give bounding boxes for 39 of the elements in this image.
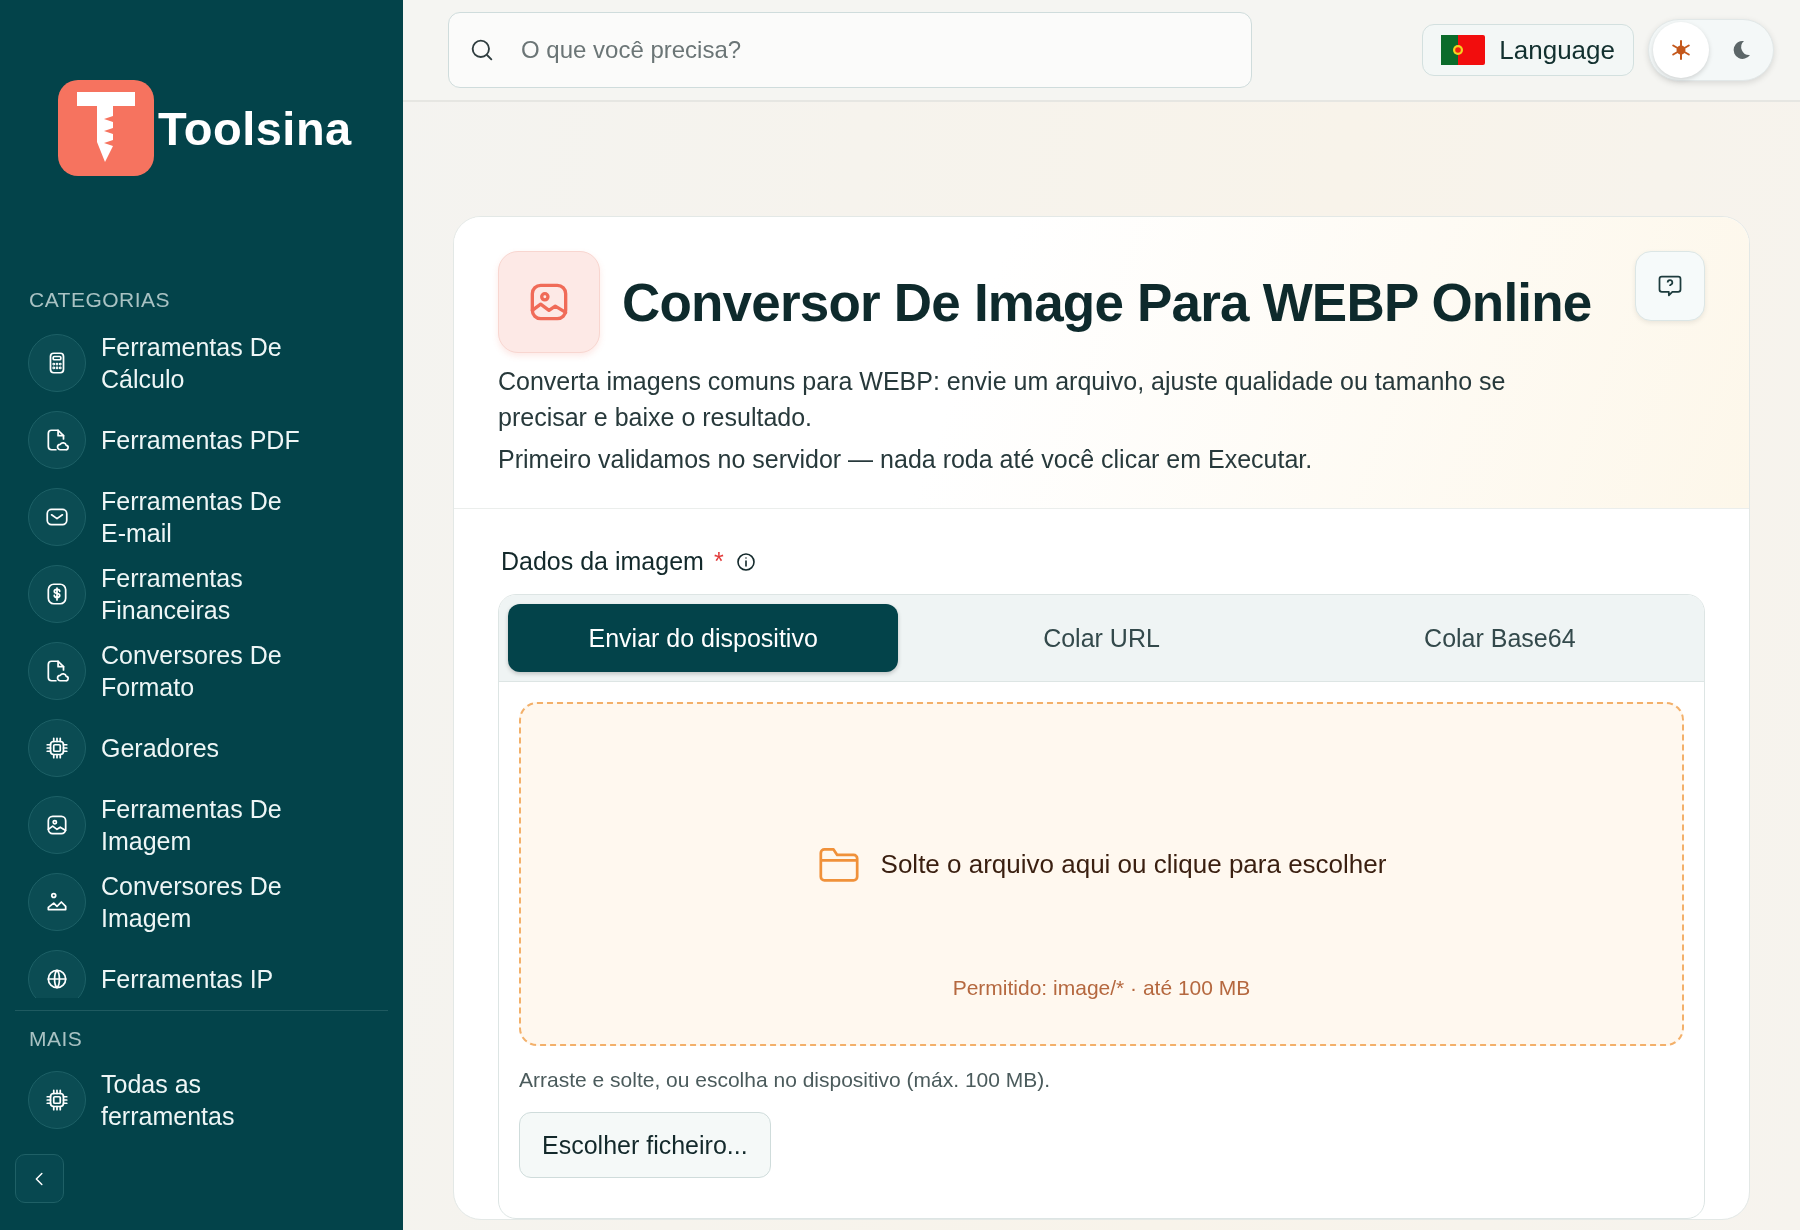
tool-title: Conversor De Image Para WEBP Online bbox=[622, 271, 1593, 333]
flag-icon bbox=[1441, 35, 1486, 65]
sidebar-item[interactable]: Geradores bbox=[15, 711, 388, 784]
sidebar-item[interactable]: Conversores De Imagem bbox=[15, 865, 388, 938]
file-cloud-icon bbox=[44, 426, 70, 453]
sidebar-item[interactable]: Conversores De Formato bbox=[15, 634, 388, 707]
theme-toggle[interactable] bbox=[1648, 19, 1774, 81]
search-field[interactable]: O que você precisa? bbox=[448, 12, 1252, 88]
dollar-icon bbox=[44, 580, 70, 607]
choose-file-button[interactable]: Escolher ficheiro... bbox=[519, 1112, 771, 1178]
sidebar-item[interactable]: Ferramentas De Cálculo bbox=[15, 326, 388, 399]
help-button[interactable] bbox=[1635, 251, 1705, 321]
source-tab[interactable]: Enviar do dispositivo bbox=[508, 604, 899, 672]
source-tab[interactable]: Colar URL bbox=[906, 604, 1297, 672]
sidebar-item[interactable]: Todas as ferramentas bbox=[15, 1063, 388, 1136]
source-tab[interactable]: Colar Base64 bbox=[1304, 604, 1695, 672]
sun-icon bbox=[1669, 38, 1693, 62]
sidebar-item[interactable]: Ferramentas De E-mail bbox=[15, 480, 388, 553]
light-mode-button[interactable] bbox=[1653, 22, 1709, 78]
chip-icon bbox=[44, 734, 70, 761]
logo-text: Toolsina bbox=[158, 100, 352, 156]
allowed-types: Permitido: image/* · até 100 MB bbox=[952, 976, 1251, 1000]
drop-text: Solte o arquivo aqui ou clique para escolher bbox=[880, 848, 1387, 880]
sidebar-item[interactable]: Ferramentas De Imagem bbox=[15, 788, 388, 861]
upload-hint: Arraste e solte, ou escolha no dispositivo (máx. 100 MB). bbox=[519, 1068, 1052, 1092]
validation-note: Primeiro validamos no servidor — nada roda até você clicar em Executar. bbox=[498, 445, 1314, 474]
tool-description: Converta imagens comuns para WEBP: envie um arquivo, ajuste qualidade ou tamanho se precisar e baixe o resultado. bbox=[498, 366, 1507, 433]
chip-icon bbox=[44, 1086, 70, 1113]
drop-zone[interactable]: Solte o arquivo aqui ou clique para escolher Permitido: image/* · até 100 MB bbox=[519, 702, 1684, 1046]
sidebar-item[interactable]: Ferramentas PDF bbox=[15, 403, 388, 476]
section-heading: CATEGORIAS bbox=[29, 288, 172, 312]
file-cloud-icon bbox=[44, 657, 70, 684]
sidebar-item[interactable]: Ferramentas IP bbox=[15, 942, 388, 998]
logo-icon bbox=[58, 80, 154, 176]
field-label: Dados da imagem bbox=[501, 547, 704, 576]
language-button[interactable]: Language bbox=[1422, 24, 1634, 76]
section-heading: MAIS bbox=[29, 1027, 84, 1051]
required-mark: * bbox=[713, 547, 724, 576]
sidebar-item[interactable]: Ferramentas Financeiras bbox=[15, 557, 388, 630]
